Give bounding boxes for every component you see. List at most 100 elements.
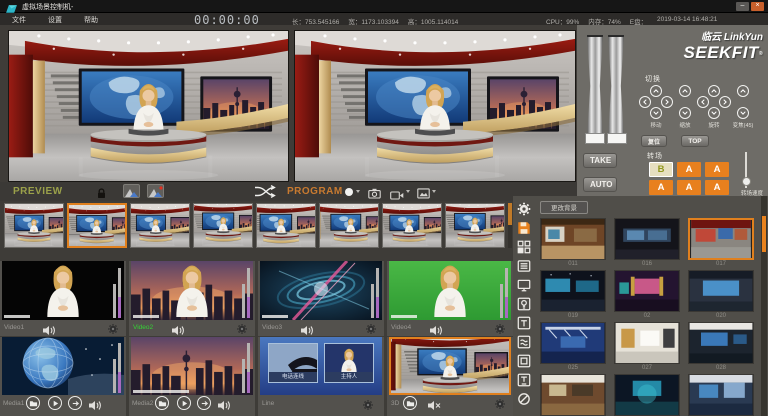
scene-thumb[interactable]: [540, 270, 606, 312]
preset-thumb-active[interactable]: [67, 203, 127, 248]
zoom-out-button[interactable]: [737, 107, 749, 119]
preset-scrollbar[interactable]: [508, 203, 512, 248]
rotate-down-button[interactable]: [708, 107, 720, 119]
scene-thumb[interactable]: [688, 322, 754, 364]
gear-icon[interactable]: [494, 397, 506, 409]
open-file-button[interactable]: [155, 396, 169, 410]
scene-thumb[interactable]: [540, 322, 606, 364]
scene-thumb[interactable]: [614, 374, 680, 416]
move-left-button[interactable]: [639, 96, 651, 108]
play-button[interactable]: [48, 396, 62, 410]
speed-slider-knob[interactable]: [742, 177, 751, 186]
speaker-icon[interactable]: [171, 323, 185, 334]
light-icon[interactable]: [516, 296, 532, 312]
t-bar-fader[interactable]: [583, 35, 629, 147]
scene-thumb-active[interactable]: [688, 218, 754, 260]
gear-icon[interactable]: [362, 398, 374, 410]
move-right-button[interactable]: [661, 96, 673, 108]
preset-thumb[interactable]: [193, 203, 253, 248]
gear-icon[interactable]: [494, 322, 506, 334]
media-thumbnail[interactable]: [2, 337, 124, 395]
preset-thumb[interactable]: [4, 203, 64, 248]
zoom-in-button[interactable]: [737, 85, 749, 97]
scene-thumb[interactable]: [688, 270, 754, 312]
preset-thumb[interactable]: [445, 203, 505, 248]
take-button[interactable]: TAKE: [583, 153, 617, 168]
video-thumbnail[interactable]: [260, 261, 382, 320]
rotate-left-button[interactable]: [697, 96, 709, 108]
record-caret-icon[interactable]: [356, 190, 360, 193]
loop-next-button[interactable]: [68, 396, 82, 410]
record-icon[interactable]: [345, 188, 353, 196]
speaker-icon[interactable]: [88, 398, 102, 409]
video-thumbnail[interactable]: [389, 261, 511, 320]
transition-a-button[interactable]: A: [649, 180, 673, 195]
subtitle-icon[interactable]: [516, 372, 532, 388]
scene-thumb[interactable]: [540, 218, 606, 260]
scale-up-button[interactable]: [679, 85, 691, 97]
transition-a-button[interactable]: A: [677, 162, 701, 177]
preset-thumb[interactable]: [130, 203, 190, 248]
monitor-icon[interactable]: [516, 277, 532, 293]
auto-button[interactable]: AUTO: [583, 177, 617, 192]
preset-thumb[interactable]: [382, 203, 442, 248]
scene-thumb[interactable]: [540, 374, 606, 416]
minimize-button[interactable]: –: [736, 2, 749, 11]
text-tool-icon[interactable]: [516, 315, 532, 331]
transition-a-button[interactable]: A: [677, 180, 701, 195]
gear-icon[interactable]: [236, 322, 248, 334]
gear-icon[interactable]: [365, 322, 377, 334]
menu-settings[interactable]: 设置: [48, 15, 62, 25]
change-background-button[interactable]: 更改背景: [540, 201, 588, 214]
open-file-button[interactable]: [26, 396, 40, 410]
top-button[interactable]: TOP: [681, 135, 709, 147]
video-capture-caret-icon[interactable]: [406, 190, 410, 193]
image-output-caret-icon[interactable]: [432, 190, 436, 193]
line-cell: 电话连线 主持人 Line: [258, 337, 384, 416]
transition-b-button[interactable]: B: [649, 162, 673, 177]
line-thumbnail[interactable]: 电话连线 主持人: [260, 337, 382, 395]
speaker-icon[interactable]: [42, 323, 56, 334]
transition-effect-alt-icon[interactable]: [147, 184, 164, 198]
play-button[interactable]: [177, 396, 191, 410]
transition-a-button[interactable]: A: [705, 162, 729, 177]
fader-handle-left[interactable]: [585, 133, 605, 144]
video-thumbnail[interactable]: [131, 261, 253, 320]
move-up-button[interactable]: [650, 85, 662, 97]
scene-thumb[interactable]: [614, 218, 680, 260]
video-thumbnail[interactable]: [2, 261, 124, 320]
preset-thumb[interactable]: [319, 203, 379, 248]
fader-handle-right[interactable]: [607, 133, 627, 144]
transition-effect-icon[interactable]: [123, 184, 140, 198]
menu-help[interactable]: 帮助: [84, 15, 98, 25]
scene-thumb[interactable]: [614, 270, 680, 312]
audio-meter: [500, 266, 508, 318]
loop-next-button[interactable]: [197, 396, 211, 410]
disable-icon[interactable]: [516, 391, 532, 407]
reset-button[interactable]: 复位: [641, 135, 667, 147]
layers-icon[interactable]: [516, 334, 532, 350]
scene3d-thumbnail[interactable]: [389, 337, 511, 395]
speaker-icon[interactable]: [429, 323, 443, 334]
layout-grid-icon[interactable]: [516, 239, 532, 255]
rotate-right-button[interactable]: [719, 96, 731, 108]
close-button[interactable]: ×: [751, 2, 764, 11]
scale-down-button[interactable]: [679, 107, 691, 119]
save-icon[interactable]: [516, 220, 532, 236]
rotate-up-button[interactable]: [708, 85, 720, 97]
media-thumbnail[interactable]: [131, 337, 253, 395]
scene-thumb[interactable]: [614, 322, 680, 364]
speaker-icon[interactable]: [300, 323, 314, 334]
gallery-scrollbar[interactable]: [761, 196, 767, 416]
menu-file[interactable]: 文件: [12, 15, 26, 25]
playlist-icon[interactable]: [516, 258, 532, 274]
move-down-button[interactable]: [650, 107, 662, 119]
frame-icon[interactable]: [516, 353, 532, 369]
settings-gear-icon[interactable]: [516, 201, 532, 217]
gear-icon[interactable]: [107, 322, 119, 334]
preset-thumb[interactable]: [256, 203, 316, 248]
speaker-icon[interactable]: [217, 398, 231, 409]
open-file-button[interactable]: [403, 396, 417, 410]
scene-thumb[interactable]: [688, 374, 754, 416]
speaker-muted-icon[interactable]: [427, 398, 441, 409]
